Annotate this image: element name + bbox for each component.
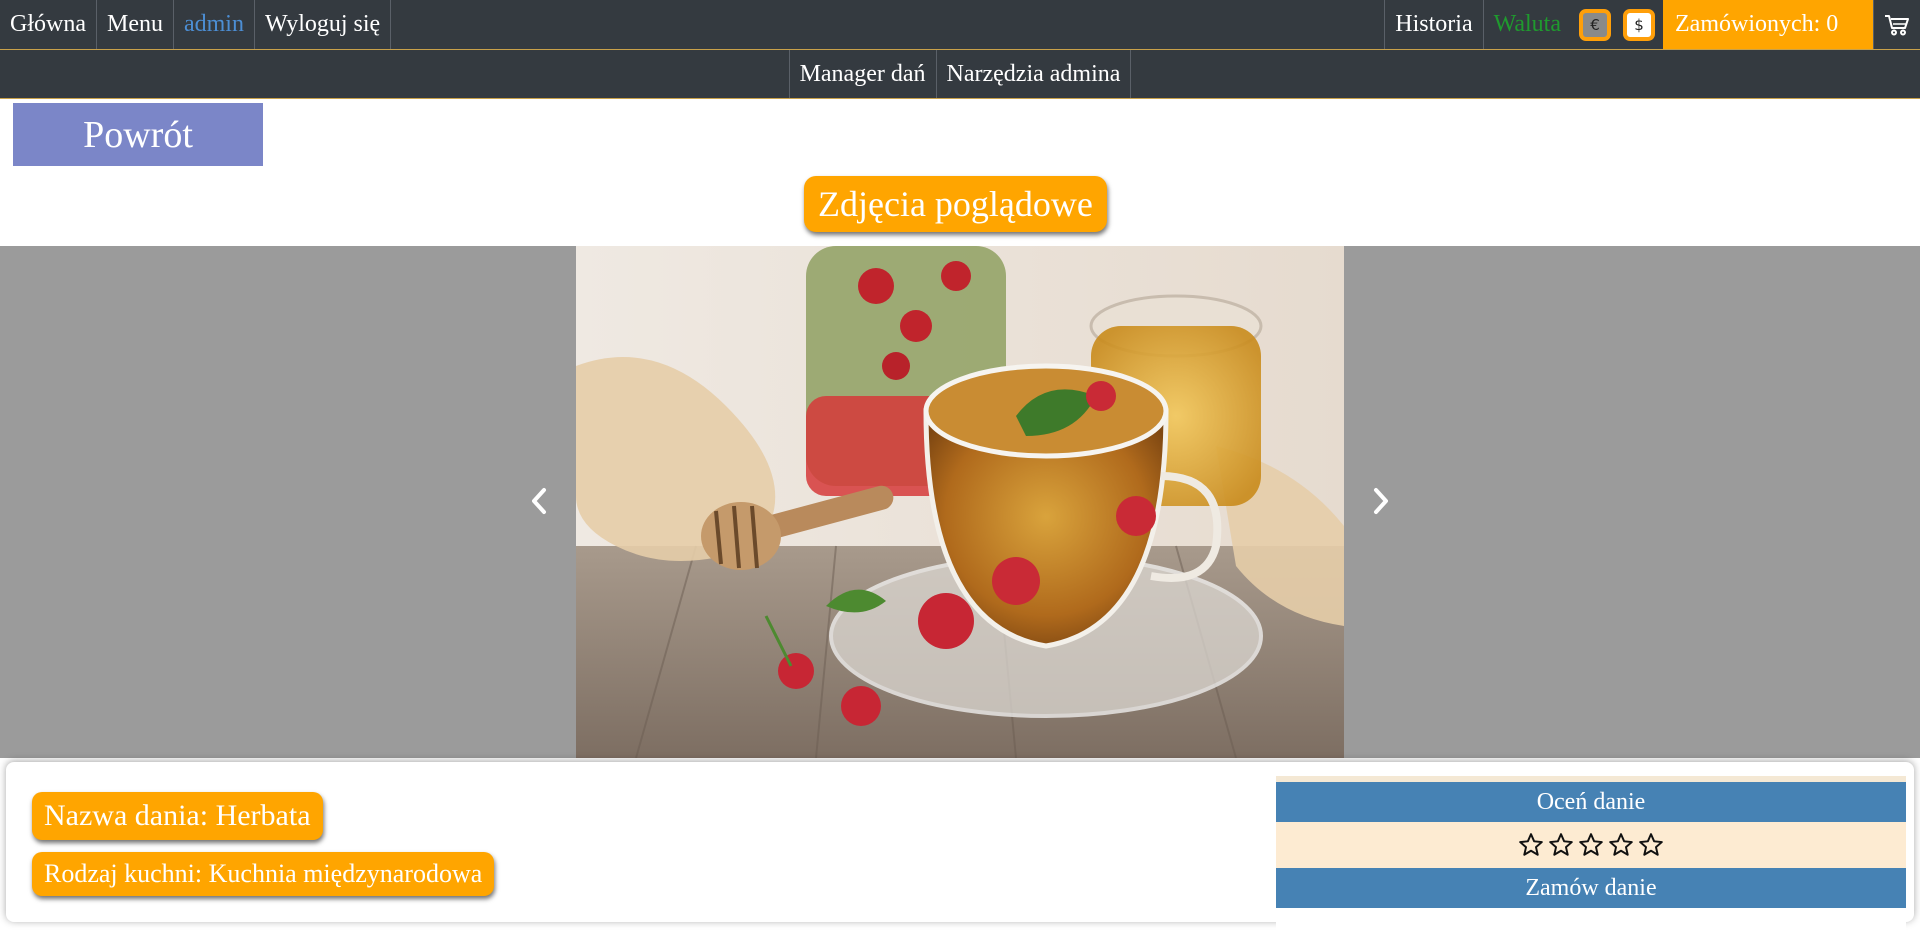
image-carousel: [0, 246, 1920, 758]
rating-order-panel: Oceń danie Zamów danie: [1276, 776, 1906, 932]
star-icon[interactable]: [1578, 832, 1604, 858]
dish-details-card: Nazwa dania: Herbata Rodzaj kuchni: Kuch…: [6, 762, 1914, 932]
subnav-admin-tools-link[interactable]: Narzędzia admina: [935, 50, 1132, 98]
nav-home-link[interactable]: Główna: [0, 0, 97, 49]
order-dish-header[interactable]: Zamów danie: [1276, 868, 1906, 908]
admin-subnav: Manager dań Narzędzia admina: [0, 50, 1920, 99]
currency-dollar-button[interactable]: $: [1623, 8, 1655, 41]
star-icon[interactable]: [1548, 832, 1574, 858]
nav-menu-link[interactable]: Menu: [97, 0, 174, 49]
nav-history-link[interactable]: Historia: [1384, 0, 1482, 49]
chevron-left-icon: [532, 488, 546, 514]
currency-switcher-dollar: $: [1619, 0, 1663, 49]
cart-icon: [1885, 14, 1909, 35]
dish-name-label: Nazwa dania: Herbata: [32, 792, 323, 840]
top-navbar: Główna Menu admin Wyloguj się Historia W…: [0, 0, 1920, 50]
carousel-prev-button[interactable]: [514, 476, 564, 526]
nav-left-group: Główna Menu admin Wyloguj się: [0, 0, 392, 49]
nav-user-link[interactable]: admin: [174, 0, 255, 49]
chevron-right-icon: [1374, 488, 1388, 514]
tea-photo-image: [576, 246, 1344, 758]
star-icon[interactable]: [1638, 832, 1664, 858]
carousel-photo: [576, 246, 1344, 758]
nav-right-group: Historia Waluta € $ Zamówionych: 0: [1384, 0, 1920, 49]
cart-button[interactable]: [1873, 0, 1920, 49]
currency-euro-button[interactable]: €: [1579, 8, 1611, 41]
nav-logout-link[interactable]: Wyloguj się: [255, 0, 392, 49]
star-icon[interactable]: [1518, 832, 1544, 858]
orders-count-button[interactable]: Zamówionych: 0: [1663, 0, 1873, 49]
back-button[interactable]: Powrót: [13, 103, 263, 166]
currency-switcher: €: [1571, 0, 1619, 49]
dish-cuisine-label: Rodzaj kuchni: Kuchnia międzynarodowa: [32, 852, 495, 896]
currency-label: Waluta: [1482, 0, 1571, 49]
rating-stars: [1276, 822, 1906, 868]
rate-dish-header: Oceń danie: [1276, 782, 1906, 822]
gallery-title: Zdjęcia poglądowe: [804, 176, 1107, 232]
carousel-next-button[interactable]: [1356, 476, 1406, 526]
subnav-dish-manager-link[interactable]: Manager dań: [788, 50, 936, 98]
star-icon[interactable]: [1608, 832, 1634, 858]
